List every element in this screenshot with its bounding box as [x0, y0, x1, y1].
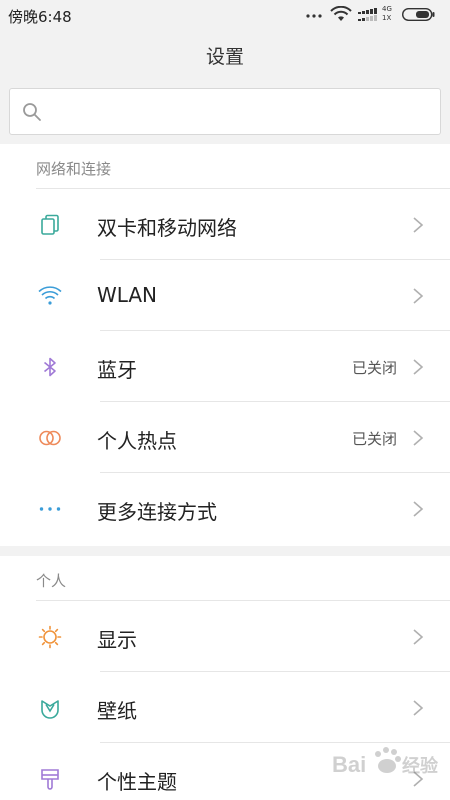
search-input[interactable]	[54, 97, 424, 127]
row-status-hotspot: 已关闭	[351, 430, 397, 448]
status-bar: 傍晚6:48 4G 1X	[0, 0, 450, 32]
display-brightness-icon	[38, 625, 62, 649]
row-label-bluetooth: 蓝牙	[97, 358, 137, 382]
svg-text:Bai: Bai	[332, 752, 366, 777]
row-bluetooth[interactable]: 蓝牙 已关闭	[0, 331, 450, 402]
bluetooth-icon	[43, 357, 56, 377]
chevron-right-icon	[413, 629, 424, 645]
wifi-icon	[38, 286, 62, 305]
row-more-connections[interactable]: 更多连接方式	[0, 473, 450, 544]
row-label-wallpaper: 壁纸	[97, 699, 137, 723]
more-dots-icon	[39, 507, 61, 511]
status-icons: 4G 1X	[302, 5, 442, 26]
search-area	[0, 80, 450, 144]
wallpaper-icon	[41, 700, 59, 719]
theme-brush-icon	[41, 769, 59, 790]
row-status-bluetooth: 已关闭	[351, 359, 397, 377]
network-type-bottom: 1X	[382, 14, 392, 22]
chevron-right-icon	[413, 359, 424, 375]
wifi-signal-icon	[330, 6, 352, 21]
chevron-right-icon	[413, 700, 424, 716]
row-label-hotspot: 个人热点	[97, 429, 177, 453]
section-network: 网络和连接 双卡和移动网络 WLAN 蓝牙 已关闭 个人热点 已关闭 更多连接方…	[0, 144, 450, 546]
row-label-dual-sim: 双卡和移动网络	[97, 216, 237, 240]
row-label-theme: 个性主题	[97, 770, 177, 794]
row-label-display: 显示	[97, 628, 137, 652]
row-wlan[interactable]: WLAN	[0, 260, 450, 331]
svg-text:经验: 经验	[402, 755, 439, 777]
section-header-personal: 个人	[36, 572, 67, 590]
page-title: 设置	[205, 46, 244, 68]
baidu-jingyan-watermark-logo: Bai 经验	[332, 744, 442, 784]
more-dots-icon	[306, 14, 322, 18]
battery-icon	[402, 8, 435, 21]
cell-signal-icon	[358, 8, 377, 21]
row-label-wlan: WLAN	[97, 283, 158, 307]
row-wallpaper[interactable]: 壁纸	[0, 672, 450, 743]
row-dual-sim[interactable]: 双卡和移动网络	[0, 189, 450, 260]
section-header-network: 网络和连接	[36, 160, 112, 178]
row-hotspot[interactable]: 个人热点 已关闭	[0, 402, 450, 473]
search-box[interactable]	[9, 88, 441, 135]
search-icon	[23, 103, 41, 121]
network-type-top: 4G	[382, 5, 392, 13]
dual-sim-icon	[41, 214, 59, 235]
title-bar: 设置	[0, 32, 450, 80]
hotspot-icon	[39, 430, 61, 446]
row-label-more-connections: 更多连接方式	[97, 500, 217, 524]
chevron-right-icon	[413, 501, 424, 517]
row-display[interactable]: 显示	[0, 601, 450, 672]
chevron-right-icon	[413, 288, 424, 304]
status-time: 傍晚6:48	[8, 8, 72, 26]
chevron-right-icon	[413, 430, 424, 446]
chevron-right-icon	[413, 217, 424, 233]
